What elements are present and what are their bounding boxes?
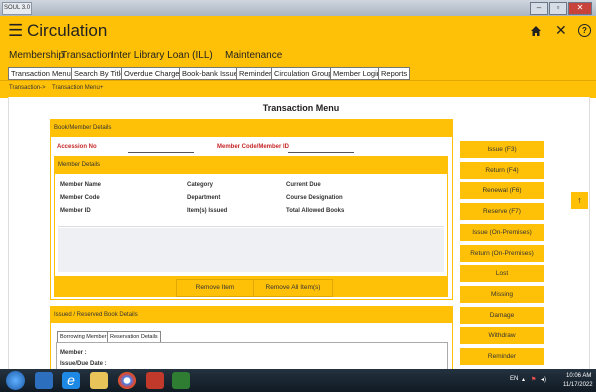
member-id-label: Member ID: [60, 208, 91, 214]
scroll-top-icon[interactable]: ↑: [571, 192, 588, 209]
tab-book-bank-issue[interactable]: Book-bank Issue: [179, 67, 241, 80]
help-icon[interactable]: ?: [578, 24, 591, 37]
accession-no-input[interactable]: [128, 152, 194, 153]
tab-reminder[interactable]: Reminder: [236, 67, 275, 80]
course-designation-label: Course Designation: [286, 195, 343, 201]
issue-due-date-label: Issue/Due Date :: [60, 361, 107, 367]
breadcrumb-transaction[interactable]: Transaction: [9, 85, 40, 91]
menu-transaction[interactable]: Transaction: [61, 50, 113, 61]
language-indicator[interactable]: EN: [510, 376, 518, 382]
home-icon[interactable]: [530, 25, 542, 37]
main-menu: Membership Transaction Inter Library Loa…: [0, 46, 596, 66]
clock-date: 11/17/2022: [563, 382, 593, 388]
window-titlebar: SOUL 3.0 – ▫ ✕: [0, 0, 596, 16]
maximize-button[interactable]: ▫: [549, 2, 567, 15]
category-label: Category: [187, 182, 214, 188]
start-button-icon[interactable]: [6, 371, 25, 390]
borrowing-member-content: [56, 342, 448, 370]
internet-explorer-icon[interactable]: e: [62, 372, 80, 389]
window-title: SOUL 3.0: [2, 2, 32, 15]
breadcrumb-expand-icon[interactable]: +: [100, 85, 104, 91]
chrome-icon[interactable]: [118, 372, 136, 389]
soul-app-icon[interactable]: [172, 372, 190, 389]
withdraw-button[interactable]: Withdraw: [460, 327, 544, 344]
member-code-field-label: Member Code: [60, 195, 100, 201]
breadcrumb-separator: ->: [40, 85, 46, 91]
close-icon[interactable]: ✕: [555, 22, 567, 38]
member-details-header: Member Details: [58, 162, 101, 168]
items-list-area: [58, 228, 444, 272]
volume-icon[interactable]: ◂): [541, 376, 546, 383]
reminder-button[interactable]: Reminder: [460, 348, 544, 365]
tab-member-login[interactable]: Member Login: [330, 67, 384, 80]
current-due-label: Current Due: [286, 182, 321, 188]
windows-taskbar: e EN ▴ ⚑ ◂) 10:06 AM 11/17/2022: [0, 369, 596, 392]
breadcrumb: Transaction -> Transaction Menu +: [0, 80, 596, 98]
member-name-label: Member Name: [60, 182, 102, 188]
return-button[interactable]: Return (F4): [460, 162, 544, 179]
department-label: Department: [187, 195, 221, 201]
member-code-label: Member Code/Member ID: [217, 144, 290, 150]
tab-overdue-charges[interactable]: Overdue Charges: [121, 67, 187, 80]
network-icon[interactable]: ⚑: [531, 376, 536, 383]
missing-button[interactable]: Missing: [460, 286, 544, 303]
minimize-button[interactable]: –: [530, 2, 548, 15]
total-allowed-books-label: Total Allowed Books: [286, 208, 345, 214]
tab-search-by-title[interactable]: Search By Title: [71, 67, 128, 80]
damage-button[interactable]: Damage: [460, 307, 544, 324]
tab-circulation-group[interactable]: Circulation Group: [271, 67, 336, 80]
media-player-icon[interactable]: [35, 372, 53, 389]
issue-button[interactable]: Issue (F3): [460, 141, 544, 158]
tray-arrow-icon[interactable]: ▴: [522, 376, 525, 383]
remove-item-button[interactable]: Remove Item: [176, 279, 254, 297]
member-code-input[interactable]: [288, 152, 354, 153]
menu-ill[interactable]: Inter Library Loan (ILL): [111, 50, 213, 61]
breadcrumb-transaction-menu[interactable]: Transaction Menu: [52, 85, 100, 91]
hamburger-menu-icon[interactable]: ☰: [8, 22, 23, 39]
remove-all-items-button[interactable]: Remove All Item(s): [253, 279, 333, 297]
window-controls: – ▫ ✕: [530, 2, 592, 15]
transaction-tabs: Transaction Menu Search By Title Overdue…: [0, 66, 596, 80]
page-title: Transaction Menu: [262, 103, 340, 113]
borrowing-member-label: Member :: [60, 350, 87, 356]
window-close-button[interactable]: ✕: [568, 2, 592, 15]
app-title: Circulation: [27, 21, 108, 40]
book-member-details-header: Book/Member Details: [54, 125, 112, 131]
renewal-button[interactable]: Renewal (F6): [460, 182, 544, 199]
clock-time: 10:06 AM: [566, 373, 592, 379]
issued-reserved-header: Issued / Reserved Book Details: [54, 312, 138, 318]
issue-on-premises-button[interactable]: Issue (On-Premises): [460, 224, 544, 241]
file-explorer-icon[interactable]: [90, 372, 108, 389]
items-list-divider: [58, 226, 444, 227]
lost-button[interactable]: Lost: [460, 265, 544, 282]
tab-transaction-menu[interactable]: Transaction Menu: [8, 67, 74, 80]
menu-membership[interactable]: Membership: [9, 50, 64, 61]
items-issued-label: Item(s) Issued: [187, 208, 228, 214]
menu-maintenance[interactable]: Maintenance: [225, 50, 282, 61]
accession-no-label: Accession No: [57, 144, 97, 150]
app-bar: ☰ Circulation ✕ ?: [0, 16, 596, 46]
app-icon[interactable]: [146, 372, 164, 389]
tab-reports[interactable]: Reports: [378, 67, 411, 80]
return-on-premises-button[interactable]: Return (On-Premises): [460, 245, 544, 262]
reserve-button[interactable]: Reserve (F7): [460, 203, 544, 220]
